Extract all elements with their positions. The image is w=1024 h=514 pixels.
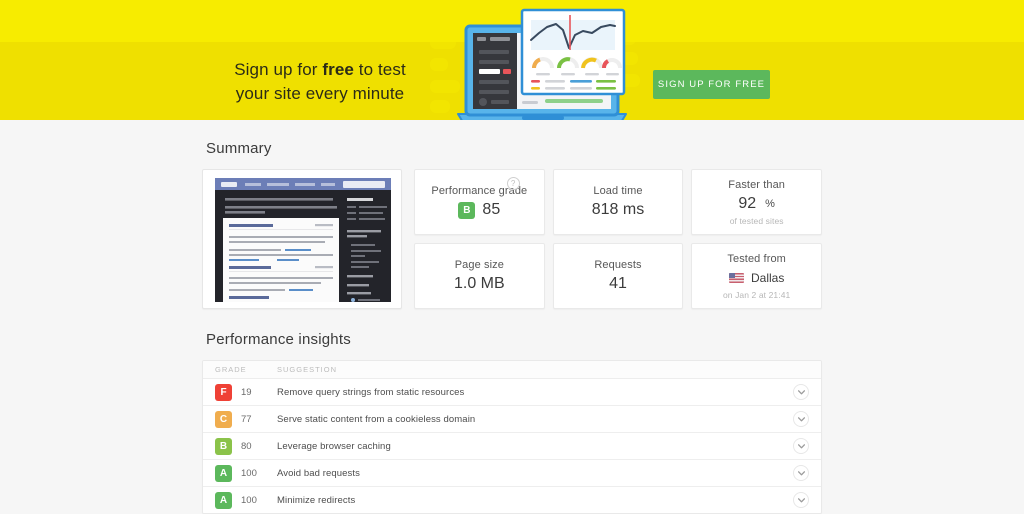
chevron-down-icon[interactable] [793,384,809,400]
chevron-down-icon[interactable] [793,492,809,508]
grade-badge: F [215,383,232,401]
chevron-down-icon[interactable] [793,438,809,454]
summary-section: ? Performance grade B 85 Load time 818 m… [202,169,822,309]
performance-insights-table: GRADE SUGGESTION F 19 Remove query strin… [202,360,822,514]
grade-badge: C [215,410,232,428]
summary-stat-cards: ? Performance grade B 85 Load time 818 m… [414,169,822,309]
tested-from-city: Dallas [750,270,785,285]
stat-card-tested-from: Tested from Dallas on Jan 2 at 21:41 [691,243,822,309]
promo-headline-emphasis: free [322,60,354,79]
us-flag-icon [728,272,744,283]
promo-headline-line1-suffix: to test [353,60,406,79]
suggestion-text: Leverage browser caching [277,440,391,452]
column-header-suggestion: SUGGESTION [277,365,338,374]
promo-headline-line2: your site every minute [235,84,405,103]
stat-label: Requests [594,259,642,271]
row-grade-cell: F 19 [215,383,277,401]
performance-insights-section: Performance insights GRADE SUGGESTION F … [202,331,822,514]
table-row[interactable]: F 19 Remove query strings from static re… [203,379,821,406]
stat-value: 818 ms [591,201,645,218]
stat-label: Tested from [727,252,786,265]
stat-card-page-size: Page size 1.0 MB [414,243,545,309]
faster-than-subtext: of tested sites [729,215,784,226]
site-screenshot-image [207,174,397,304]
stat-card-load-time: Load time 818 ms [552,169,684,235]
stat-card-faster-than: Faster than 92% of tested sites [691,169,822,235]
grade-score: 100 [241,467,257,479]
suggestion-text: Remove query strings from static resourc… [277,386,465,398]
promo-headline: Sign up for free to test your site every… [180,58,460,106]
tested-from-timestamp: on Jan 2 at 21:41 [722,289,791,300]
stat-value: 1.0 MB [453,275,505,292]
table-row[interactable]: A 100 Minimize redirects [203,487,821,513]
row-grade-cell: B 80 [215,437,277,455]
stat-value: B 85 [458,201,500,219]
suggestion-text: Avoid bad requests [277,467,360,479]
grade-score: 19 [241,386,252,398]
stat-value: 92% [738,195,775,213]
table-row[interactable]: A 100 Avoid bad requests [203,460,821,487]
main-content: Summary ? Performance grade B 85 Load ti… [202,120,822,514]
performance-grade-score: 85 [482,201,501,218]
row-grade-cell: A 100 [215,464,277,482]
table-header-row: GRADE SUGGESTION [203,361,821,379]
laptop-illustration [457,8,627,120]
suggestion-text: Minimize redirects [277,494,356,506]
grade-score: 100 [241,494,257,506]
stat-label: Page size [454,259,504,271]
chevron-down-icon[interactable] [793,411,809,427]
stat-card-requests: Requests 41 [552,243,684,309]
stat-value: 41 [609,275,627,292]
sign-up-for-free-button[interactable]: SIGN UP FOR FREE [653,70,770,99]
stat-value: Dallas [728,269,785,287]
php-site-preview [207,174,397,304]
promo-headline-line1-prefix: Sign up for [234,60,323,79]
grade-badge: A [215,491,232,509]
grade-score: 77 [241,413,252,425]
performance-grade-info-icon[interactable]: ? [506,177,520,190]
column-header-grade: GRADE [215,365,247,374]
grade-score: 80 [241,440,252,452]
suggestion-text: Serve static content from a cookieless d… [277,413,476,425]
performance-grade-badge: B [458,201,476,219]
row-grade-cell: C 77 [215,410,277,428]
chevron-down-icon[interactable] [793,465,809,481]
row-grade-cell: A 100 [215,491,277,509]
stat-card-performance-grade: ? Performance grade B 85 [414,169,545,235]
grade-badge: B [215,437,232,455]
summary-heading: Summary [206,140,272,157]
table-row[interactable]: C 77 Serve static content from a cookiel… [203,406,821,433]
performance-insights-heading: Performance insights [206,331,351,348]
grade-badge: A [215,464,232,482]
promo-banner: Sign up for free to test your site every… [0,0,1024,120]
faster-than-percent: 92 [738,194,757,212]
stat-label: Load time [593,185,643,197]
table-row[interactable]: B 80 Leverage browser caching [203,433,821,460]
site-screenshot-thumbnail[interactable] [202,169,402,309]
percent-unit: % [765,197,775,210]
stat-label: Faster than [728,178,786,191]
